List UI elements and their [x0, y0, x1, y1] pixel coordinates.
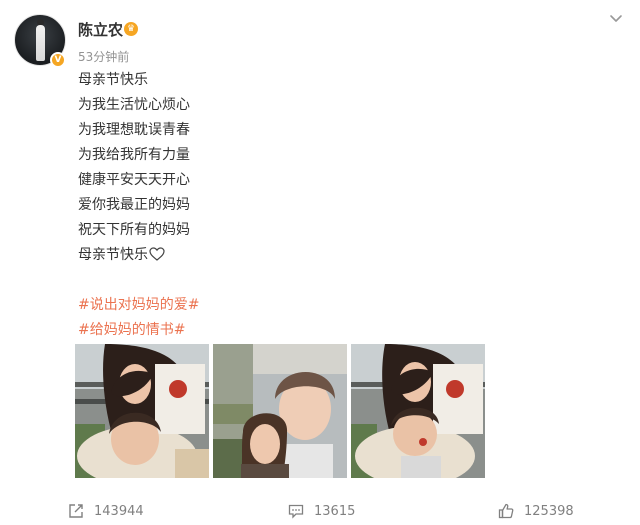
- thumbs-up-icon: [498, 503, 514, 519]
- like-button[interactable]: 125398: [498, 501, 574, 521]
- post-line: 母亲节快乐: [78, 72, 148, 88]
- post-line: 爱你我最正的妈妈: [78, 197, 190, 213]
- chevron-down-icon[interactable]: [608, 10, 624, 26]
- post-line: 为我理想耽误青春: [78, 122, 190, 138]
- selfie-photo-2[interactable]: [213, 344, 347, 478]
- post-line: 健康平安天天开心: [78, 172, 190, 188]
- author-name[interactable]: 陈立农: [78, 19, 123, 40]
- post-line-last: 母亲节快乐: [78, 243, 199, 268]
- vip-crown-icon[interactable]: ♛: [124, 22, 138, 36]
- repost-count: 143944: [94, 503, 144, 519]
- avatar-container[interactable]: V: [14, 14, 68, 68]
- weibo-post-card: V 陈立农 ♛ 53分钟前 母亲节快乐 为我生活忧心烦心 为我理想耽误青春 为我…: [0, 0, 640, 525]
- comment-count: 13615: [314, 503, 356, 519]
- post-line: #给妈妈的情书#: [78, 318, 199, 343]
- heart-icon: [149, 247, 165, 261]
- hashtag-link[interactable]: #说出对妈妈的爱#: [78, 297, 199, 313]
- post-timestamp[interactable]: 53分钟前: [78, 48, 129, 65]
- post-line: 为我生活忧心烦心: [78, 97, 190, 113]
- repost-button[interactable]: 143944: [68, 501, 144, 521]
- avatar-figure: [36, 25, 45, 61]
- post-footer: 143944 13615 125398: [0, 497, 640, 525]
- hashtag-link[interactable]: #给妈妈的情书#: [78, 322, 185, 338]
- comment-button[interactable]: 13615: [288, 501, 355, 521]
- comment-icon: [288, 504, 304, 519]
- post-line: 祝天下所有的妈妈: [78, 222, 190, 238]
- selfie-photo-1[interactable]: [75, 344, 209, 478]
- verified-badge-icon: V: [50, 52, 66, 68]
- post-text: 母亲节快乐 为我生活忧心烦心 为我理想耽误青春 为我给我所有力量 健康平安天天开…: [78, 68, 199, 343]
- post-line: 为我给我所有力量: [78, 147, 190, 163]
- selfie-photo-3[interactable]: [351, 344, 485, 478]
- like-count: 125398: [524, 503, 574, 519]
- post-line: #说出对妈妈的爱#: [78, 293, 199, 318]
- post-line-text: 母亲节快乐: [78, 247, 148, 263]
- repost-icon: [69, 504, 83, 518]
